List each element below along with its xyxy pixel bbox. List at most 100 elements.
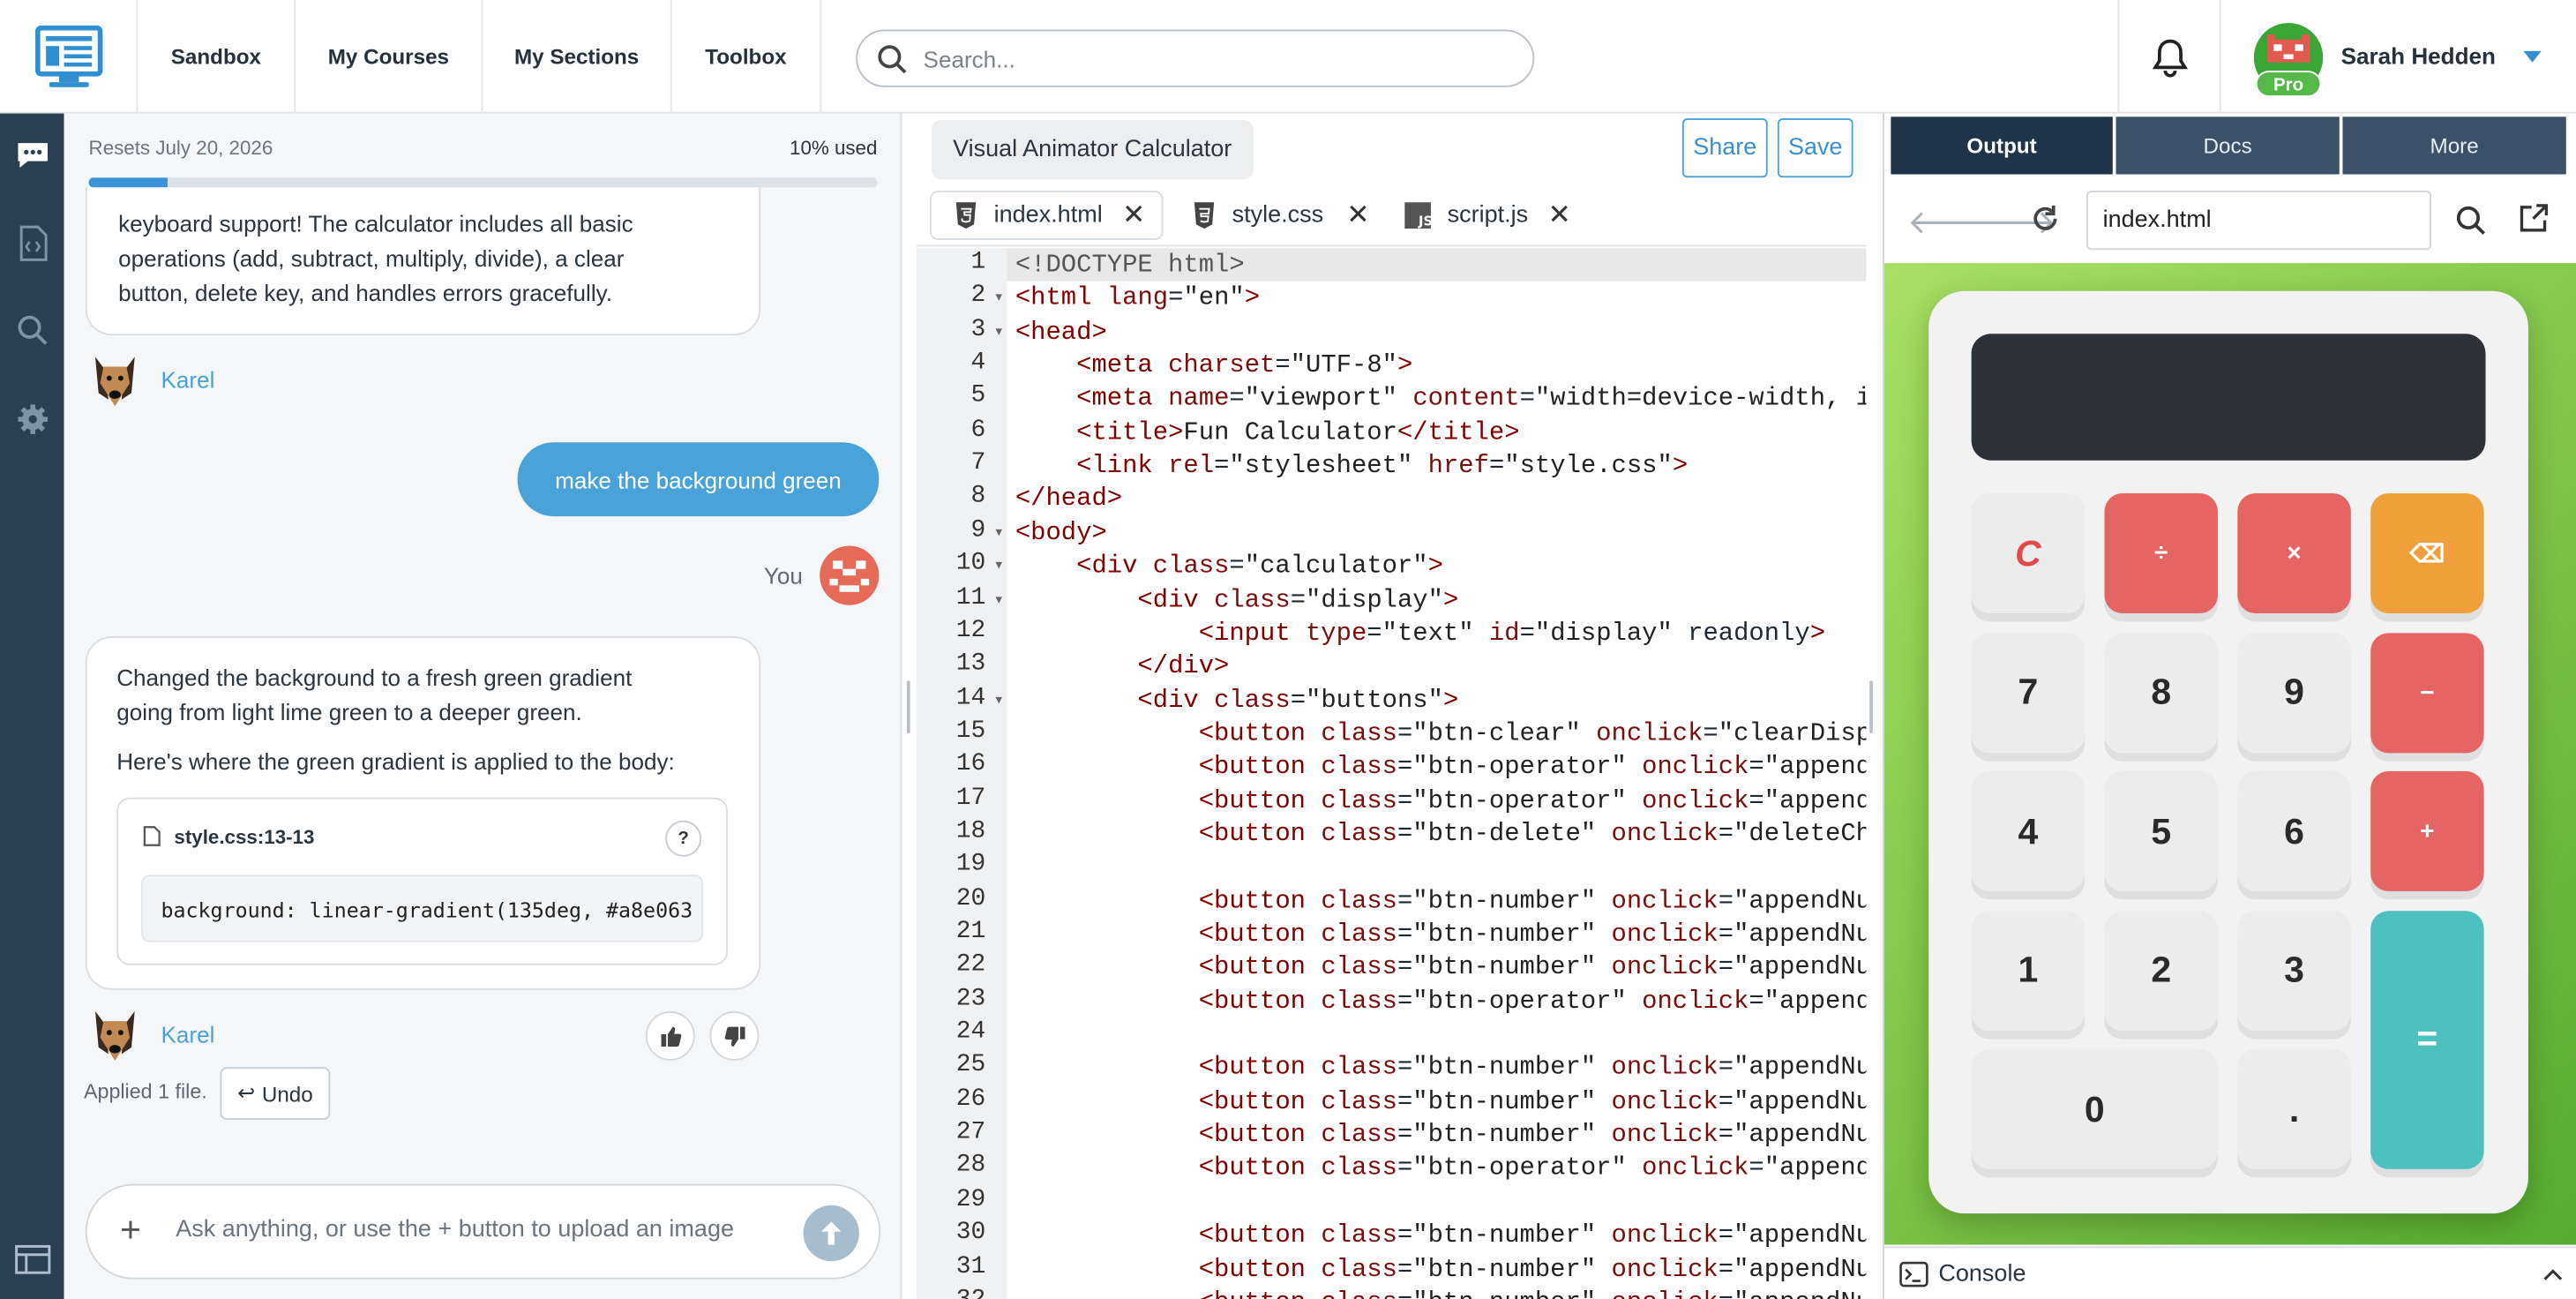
chevron-up-icon[interactable] <box>2543 1267 2563 1280</box>
calc-key-equals[interactable]: = <box>2370 910 2484 1169</box>
karel-dog-avatar-icon <box>95 1010 135 1061</box>
code-line[interactable]: <button class="btn-delete" onclick="dele… <box>1015 817 1867 850</box>
fold-toggle-icon[interactable]: ▾ <box>995 290 1001 305</box>
send-button[interactable] <box>803 1205 859 1262</box>
calc-key-minus[interactable]: − <box>2370 632 2484 753</box>
code-line[interactable]: <button class="btn-number" onclick="appe… <box>1015 918 1867 950</box>
code-line[interactable]: <button class="btn-number" onclick="appe… <box>1015 1118 1867 1151</box>
nav-toolbox[interactable]: Toolbox <box>672 0 822 114</box>
code-line[interactable]: <div class="buttons"> <box>1015 683 1458 716</box>
close-tab-icon[interactable]: ✕ <box>1122 199 1146 231</box>
save-button[interactable]: Save <box>1777 118 1853 178</box>
code-line[interactable]: <body> <box>1015 516 1107 549</box>
calc-key-3[interactable]: 3 <box>2237 910 2351 1031</box>
code-area[interactable]: <!DOCTYPE html> <html lang="en"> <head> <m… <box>1015 248 1867 1299</box>
code-line[interactable]: <button class="btn-clear" onclick="clear… <box>1015 717 1867 749</box>
calc-key-1[interactable]: 1 <box>1971 910 2086 1031</box>
code-line[interactable]: <button class="btn-number" onclick="appe… <box>1015 1252 1867 1285</box>
code-line[interactable]: <button class="btn-number" onclick="appe… <box>1015 1085 1867 1117</box>
notifications-button[interactable] <box>2117 0 2221 114</box>
console-bar[interactable]: Console <box>1883 1246 2576 1299</box>
code-line[interactable]: <!DOCTYPE html> <box>1015 248 1245 281</box>
rail-files-button[interactable] <box>0 211 64 277</box>
rail-search-button[interactable] <box>0 297 64 364</box>
fold-toggle-icon[interactable]: ▾ <box>995 323 1001 338</box>
code-line[interactable]: <button class="btn-number" onclick="appe… <box>1015 1051 1867 1084</box>
refresh-icon[interactable] <box>2031 204 2061 234</box>
code-line[interactable]: </div> <box>1015 650 1229 682</box>
thumbs-up-button[interactable] <box>645 1010 695 1061</box>
splitter-handle[interactable] <box>906 680 910 734</box>
calc-key-5[interactable]: 5 <box>2104 770 2218 891</box>
chat-input-placeholder[interactable]: Ask anything, or use the + button to upl… <box>176 1217 734 1243</box>
share-button[interactable]: Share <box>1681 118 1768 178</box>
tab-script-js[interactable]: JS script.js ✕ <box>1404 191 1585 240</box>
fold-toggle-icon[interactable]: ▾ <box>995 692 1001 707</box>
calc-key-6[interactable]: 6 <box>2237 770 2351 891</box>
code-line[interactable]: <input type="text" id="display" readonly… <box>1015 616 1825 649</box>
code-line[interactable]: <button class="btn-number" onclick="appe… <box>1015 951 1867 984</box>
chat-input-box[interactable]: + Ask anything, or use the + button to u… <box>85 1183 881 1280</box>
tab-index-html[interactable]: index.html ✕ <box>930 191 1164 241</box>
nav-my-sections[interactable]: My Sections <box>483 0 672 114</box>
code-line[interactable]: <html lang="en"> <box>1015 282 1260 314</box>
splitter-handle[interactable] <box>1869 680 1873 734</box>
code-line[interactable]: <head> <box>1015 315 1107 348</box>
codehs-logo[interactable] <box>0 0 139 114</box>
code-line[interactable]: <button class="btn-operator" onclick="ap… <box>1015 784 1867 816</box>
plus-upload-button[interactable]: + <box>120 1209 141 1251</box>
calc-key-divide[interactable]: ÷ <box>2104 492 2218 614</box>
calc-key-0[interactable]: 0 <box>1971 1048 2218 1169</box>
tab-output[interactable]: Output <box>1891 116 2113 175</box>
code-line[interactable]: <meta charset="UTF-8"> <box>1015 349 1412 381</box>
rail-chat-button[interactable] <box>0 122 64 188</box>
rail-settings-button[interactable] <box>0 387 64 453</box>
rail-layout-button[interactable] <box>0 1227 64 1293</box>
code-line[interactable]: <button class="btn-number" onclick="appe… <box>1015 1219 1867 1251</box>
global-search[interactable] <box>856 29 1535 87</box>
thumbs-down-button[interactable] <box>709 1010 760 1061</box>
code-line[interactable]: <button class="btn-operator" onclick="ap… <box>1015 1152 1867 1184</box>
calc-key-clear[interactable]: C <box>1971 492 2086 614</box>
code-line[interactable]: <button class="btn-operator" onclick="ap… <box>1015 985 1867 1017</box>
preview-url[interactable]: index.html <box>2086 191 2432 251</box>
project-title[interactable]: Visual Animator Calculator <box>931 120 1254 180</box>
close-tab-icon[interactable]: ✕ <box>1346 199 1370 231</box>
code-line[interactable]: <div class="display"> <box>1015 583 1458 616</box>
pro-badge: Pro <box>2255 71 2322 97</box>
search-icon[interactable] <box>2456 206 2486 236</box>
nav-my-courses[interactable]: My Courses <box>296 0 483 114</box>
file-reference[interactable]: style.css:13-13 <box>174 825 314 848</box>
calc-key-decimal[interactable]: . <box>2237 1048 2351 1169</box>
code-line[interactable]: <button class="btn-operator" onclick="ap… <box>1015 750 1867 783</box>
fold-toggle-icon[interactable]: ▾ <box>995 524 1001 539</box>
calc-key-8[interactable]: 8 <box>2104 632 2218 753</box>
nav-sandbox[interactable]: Sandbox <box>138 0 296 114</box>
undo-button[interactable]: ↩ Undo <box>220 1067 331 1120</box>
tab-more[interactable]: More <box>2342 116 2566 175</box>
fold-toggle-icon[interactable]: ▾ <box>995 558 1001 573</box>
caret-down-icon[interactable] <box>2523 50 2542 63</box>
help-button[interactable]: ? <box>665 820 702 857</box>
calc-key-9[interactable]: 9 <box>2237 632 2351 753</box>
calc-key-multiply[interactable]: × <box>2237 492 2351 614</box>
calc-key-backspace[interactable]: ⌫ <box>2370 492 2484 614</box>
code-line[interactable]: <button class="btn-number" onclick="appe… <box>1015 1286 1867 1299</box>
calc-key-plus[interactable]: + <box>2370 770 2484 891</box>
code-line[interactable]: <link rel="stylesheet" href="style.css"> <box>1015 449 1688 482</box>
tab-docs[interactable]: Docs <box>2115 116 2340 175</box>
user-name[interactable]: Sarah Hedden <box>2341 42 2496 69</box>
open-external-icon[interactable] <box>2519 204 2549 234</box>
code-line[interactable]: <meta name="viewport" content="width=dev… <box>1015 382 1866 415</box>
code-line[interactable]: </head> <box>1015 483 1122 515</box>
calc-key-4[interactable]: 4 <box>1971 770 2086 891</box>
close-tab-icon[interactable]: ✕ <box>1547 199 1571 231</box>
code-line[interactable]: <button class="btn-number" onclick="appe… <box>1015 884 1867 917</box>
search-input[interactable] <box>923 45 1449 72</box>
fold-toggle-icon[interactable]: ▾ <box>995 591 1001 606</box>
calc-key-7[interactable]: 7 <box>1971 632 2086 753</box>
calc-key-2[interactable]: 2 <box>2104 910 2218 1031</box>
code-line[interactable]: <div class="calculator"> <box>1015 550 1443 582</box>
code-line[interactable]: <title>Fun Calculator</title> <box>1015 416 1519 448</box>
tab-style-css[interactable]: style.css ✕ <box>1193 191 1377 240</box>
